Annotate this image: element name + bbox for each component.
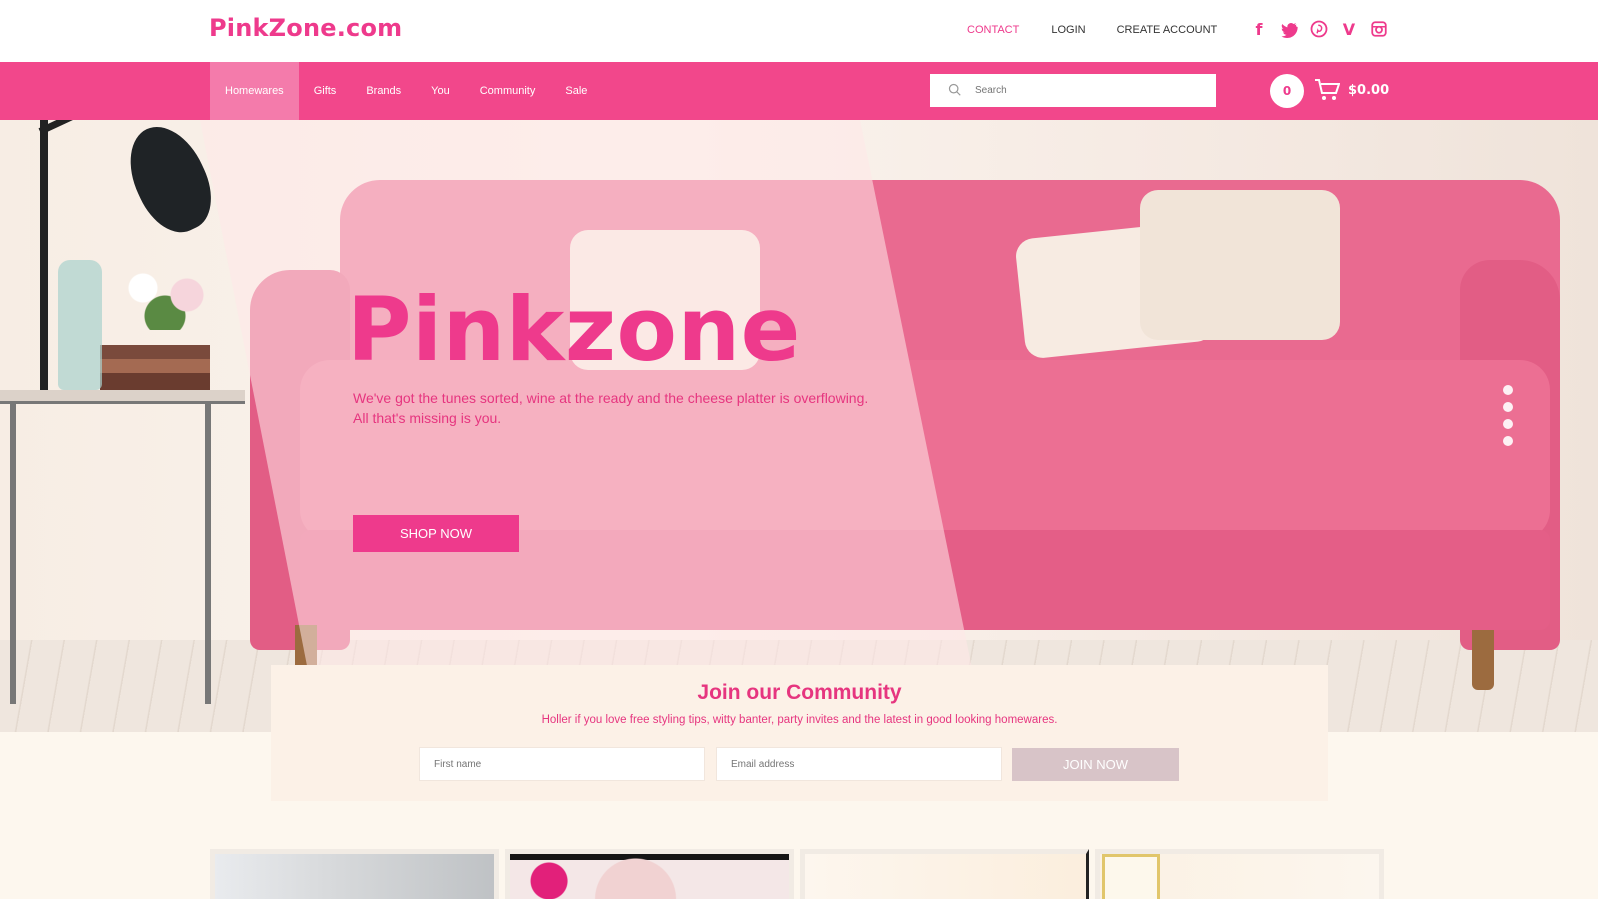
- product-thumbnail[interactable]: [1095, 849, 1384, 899]
- login-link[interactable]: LOGIN: [1051, 24, 1085, 36]
- slider-dot[interactable]: [1503, 385, 1513, 395]
- top-bar: PinkZone.com CONTACT LOGIN CREATE ACCOUN…: [0, 0, 1598, 62]
- cart-icon[interactable]: [1314, 78, 1340, 102]
- hero-subtitle: We've got the tunes sorted, wine at the …: [353, 390, 869, 426]
- lamp-stand: [40, 120, 48, 390]
- glass-bottle: [58, 260, 102, 390]
- vimeo-icon[interactable]: V: [1340, 20, 1358, 40]
- product-thumbnails: [210, 849, 1384, 899]
- top-links: CONTACT LOGIN CREATE ACCOUNT: [967, 24, 1217, 36]
- nav-item-you[interactable]: You: [416, 62, 465, 120]
- email-field[interactable]: [716, 747, 1002, 781]
- nav-item-sale[interactable]: Sale: [550, 62, 602, 120]
- side-table: [0, 390, 245, 404]
- nav-item-homewares[interactable]: Homewares: [210, 62, 299, 120]
- slider-dot[interactable]: [1503, 436, 1513, 446]
- join-now-button[interactable]: JOIN NOW: [1012, 748, 1179, 781]
- nav-item-community[interactable]: Community: [465, 62, 551, 120]
- picture-frame: [1102, 854, 1160, 899]
- slider-dot[interactable]: [1503, 402, 1513, 412]
- flower-vase: [110, 260, 220, 330]
- search-box: [930, 74, 1216, 107]
- side-table-leg: [205, 404, 211, 704]
- hero-title: Pinkzone: [347, 278, 801, 381]
- site-logo[interactable]: PinkZone.com: [209, 14, 402, 42]
- search-input[interactable]: [975, 74, 1205, 107]
- product-thumbnail[interactable]: [800, 849, 1089, 899]
- community-subtitle: Holler if you love free styling tips, wi…: [541, 714, 1058, 726]
- facebook-icon[interactable]: f: [1250, 20, 1268, 40]
- main-nav: Homewares Gifts Brands You Community Sal…: [210, 62, 602, 120]
- cart-total[interactable]: $0.00: [1348, 83, 1389, 98]
- contact-link[interactable]: CONTACT: [967, 24, 1019, 36]
- create-account-link[interactable]: CREATE ACCOUNT: [1117, 24, 1218, 36]
- sofa-pillow: [1140, 190, 1340, 340]
- shop-now-button[interactable]: SHOP NOW: [353, 515, 519, 552]
- twitter-icon[interactable]: [1280, 20, 1298, 40]
- slider-dots: [1503, 385, 1513, 446]
- cart-count-badge[interactable]: 0: [1270, 74, 1304, 108]
- side-table-leg: [10, 404, 16, 704]
- search-icon: [948, 83, 961, 96]
- product-thumbnail[interactable]: [210, 849, 499, 899]
- first-name-field[interactable]: [419, 747, 705, 781]
- instagram-icon[interactable]: [1370, 20, 1388, 40]
- community-signup: Join our Community Holler if you love fr…: [271, 665, 1328, 801]
- nav-item-gifts[interactable]: Gifts: [299, 62, 352, 120]
- slider-dot[interactable]: [1503, 419, 1513, 429]
- hero-banner: Pinkzone We've got the tunes sorted, win…: [0, 120, 1598, 732]
- pinterest-icon[interactable]: [1310, 20, 1328, 40]
- main-nav-bar: Homewares Gifts Brands You Community Sal…: [0, 62, 1598, 120]
- books: [100, 345, 210, 390]
- social-links: f V: [1250, 20, 1388, 40]
- nav-item-brands[interactable]: Brands: [351, 62, 416, 120]
- sofa-leg: [1472, 630, 1494, 690]
- product-thumbnail[interactable]: [505, 849, 794, 899]
- community-title: Join our Community: [697, 681, 902, 704]
